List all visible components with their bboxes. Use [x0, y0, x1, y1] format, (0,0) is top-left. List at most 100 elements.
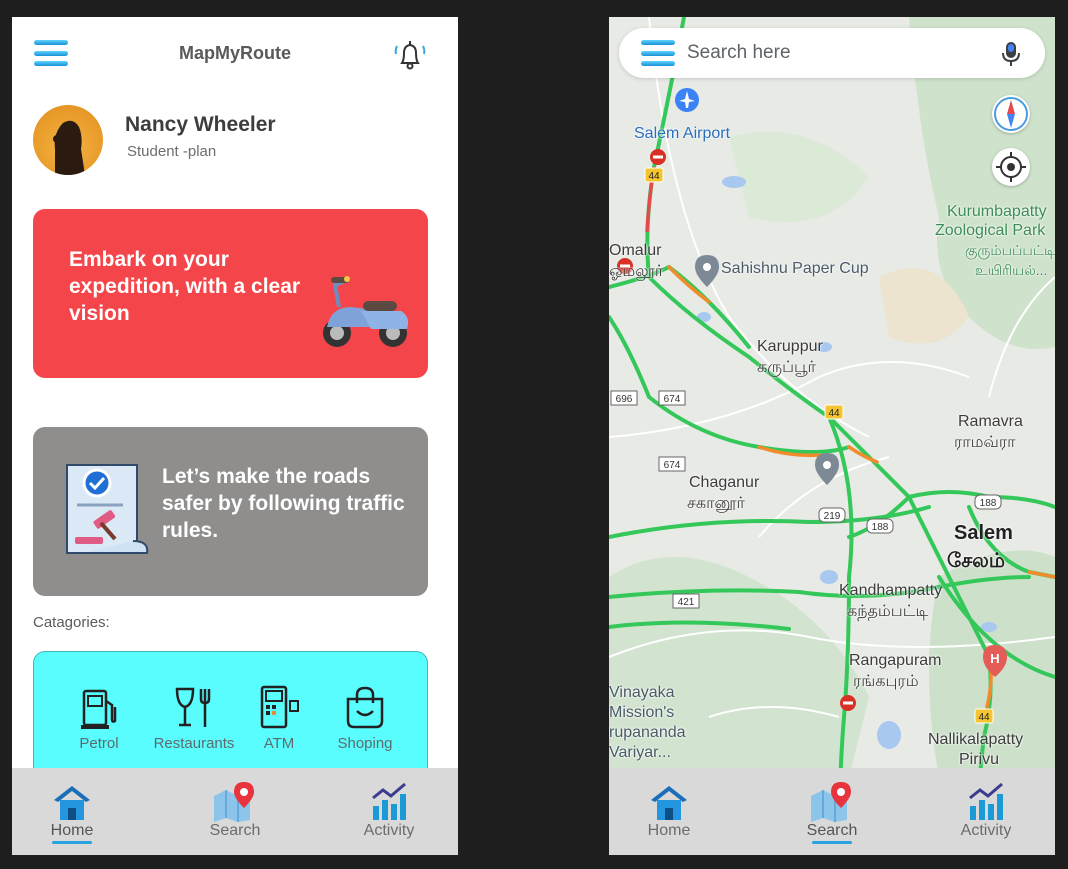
- category-label: Shoping: [337, 735, 393, 752]
- svg-text:219: 219: [824, 511, 841, 522]
- home-icon: [651, 786, 687, 820]
- road-shield: 188: [974, 494, 1002, 510]
- road-shield: 44: [974, 708, 994, 724]
- home-screen: MapMyRoute Nancy Wheeler Student -plan E…: [12, 17, 458, 855]
- road-shield: 674: [658, 456, 686, 472]
- category-label: ATM: [263, 735, 295, 752]
- map-label: Chaganur: [689, 474, 760, 491]
- map-label: Salem Airport: [634, 125, 731, 142]
- promo-card-expedition-text: Embark on your expedition, with a clear …: [69, 248, 301, 325]
- road-shield: 188: [866, 518, 894, 534]
- user-name: Nancy Wheeler: [125, 113, 276, 136]
- map-label: Zoological Park: [935, 222, 1046, 239]
- category-petrol[interactable]: Petrol: [54, 685, 144, 752]
- fuel-pump-icon: [81, 689, 117, 729]
- svg-text:674: 674: [664, 460, 681, 471]
- map-label: Kandhampatty: [839, 582, 943, 599]
- category-restaurants[interactable]: Restaurants: [149, 685, 239, 752]
- map-label: கந்தம்பட்டி: [847, 603, 929, 620]
- map-label: ரங்கபுரம்: [853, 673, 919, 690]
- map-label: Karuppur: [757, 338, 823, 355]
- nav-search[interactable]: Search: [772, 782, 892, 844]
- avatar-silhouette-icon: [53, 120, 85, 175]
- map-label: rupananda: [609, 724, 686, 741]
- road-shield: 696: [610, 390, 638, 406]
- promo-card-traffic-rules-text: Let’s make the roads safer by following …: [162, 465, 405, 542]
- hamburger-menu-icon[interactable]: [641, 40, 675, 66]
- map-label: Pirivu: [959, 751, 1000, 768]
- scooter-icon: [323, 276, 409, 347]
- road-shield: 421: [672, 593, 700, 609]
- nav-search-label: Search: [209, 822, 261, 839]
- map-label: ராமவ்ரா: [954, 434, 1016, 451]
- promo-card-expedition[interactable]: Embark on your expedition, with a clear …: [33, 209, 428, 378]
- map-label: குரும்பப்பட்டி: [965, 242, 1055, 258]
- home-icon: [54, 786, 90, 820]
- road-shield: 44: [824, 404, 844, 420]
- search-input[interactable]: [687, 37, 987, 69]
- map-label: Rangapuram: [849, 652, 942, 669]
- map-label: ஓமலூர்: [609, 263, 664, 280]
- microphone-icon[interactable]: [999, 40, 1023, 68]
- map-label: Salem: [954, 522, 1013, 544]
- road-closure-icon: [650, 149, 666, 165]
- notification-bell-icon[interactable]: [390, 36, 430, 72]
- fork-glass-icon: [175, 687, 211, 727]
- svg-text:44: 44: [828, 408, 840, 419]
- svg-text:44: 44: [648, 171, 660, 182]
- nav-activity[interactable]: Activity: [926, 782, 1046, 840]
- nav-home-label: Home: [50, 822, 94, 839]
- compass-icon: [994, 97, 1028, 131]
- map-label: Sahishnu Paper Cup: [721, 260, 869, 277]
- map-label: Mission's: [609, 704, 675, 721]
- road-shield: 674: [658, 390, 686, 406]
- category-atm[interactable]: ATM: [234, 685, 324, 752]
- crosshair-icon: [996, 152, 1026, 182]
- active-tab-indicator: [52, 841, 92, 844]
- nav-activity-label: Activity: [960, 822, 1012, 839]
- active-tab-indicator: [812, 841, 852, 844]
- nav-home[interactable]: Home: [12, 782, 132, 844]
- bottom-nav: Home Search Activity: [12, 768, 458, 855]
- atm-machine-icon: [260, 685, 299, 729]
- svg-text:421: 421: [678, 597, 695, 608]
- bottom-nav: Home Search Activity: [609, 768, 1055, 855]
- nav-search-label: Search: [806, 822, 858, 839]
- activity-chart-icon: [372, 782, 406, 820]
- nav-home-label: Home: [647, 822, 691, 839]
- category-label: Petrol: [79, 735, 119, 752]
- avatar[interactable]: [33, 105, 103, 175]
- map-screen: 44 44 44 696 674 674 219 188 188 421 H S…: [609, 17, 1055, 855]
- svg-text:696: 696: [616, 394, 633, 405]
- category-label: Restaurants: [153, 735, 235, 752]
- home-top-bar: MapMyRoute: [12, 17, 458, 89]
- compass-button[interactable]: [992, 95, 1030, 133]
- categories-heading: Catagories:: [33, 614, 110, 631]
- map-pin-icon: [811, 782, 851, 822]
- nav-home[interactable]: Home: [609, 782, 729, 840]
- nav-activity[interactable]: Activity: [329, 782, 449, 840]
- map-label: Omalur: [609, 242, 662, 259]
- airport-pin-icon[interactable]: [675, 88, 699, 112]
- map-label: Nallikalapatty: [928, 731, 1024, 748]
- shopping-bag-icon: [346, 686, 384, 729]
- nav-activity-label: Activity: [363, 822, 415, 839]
- svg-text:188: 188: [980, 498, 997, 509]
- map-pin-icon: [214, 782, 254, 822]
- category-shopping[interactable]: Shoping: [320, 685, 410, 752]
- map-label: உயிரியல்...: [975, 262, 1048, 278]
- traffic-rules-document-icon: [66, 464, 149, 554]
- road-shield: 44: [644, 167, 664, 183]
- map-label: கருப்பூர்: [757, 359, 816, 376]
- svg-text:674: 674: [664, 394, 681, 405]
- my-location-button[interactable]: [992, 148, 1030, 186]
- nav-search[interactable]: Search: [175, 782, 295, 840]
- map-label: Kurumbapatty: [947, 203, 1047, 220]
- svg-text:44: 44: [978, 712, 990, 723]
- map-search-bar[interactable]: [619, 28, 1045, 78]
- map-label: Vinayaka: [609, 684, 675, 701]
- promo-card-traffic-rules[interactable]: Let’s make the roads safer by following …: [33, 427, 428, 596]
- svg-text:H: H: [990, 651, 999, 666]
- road-closure-icon: [840, 695, 856, 711]
- svg-text:188: 188: [872, 522, 889, 533]
